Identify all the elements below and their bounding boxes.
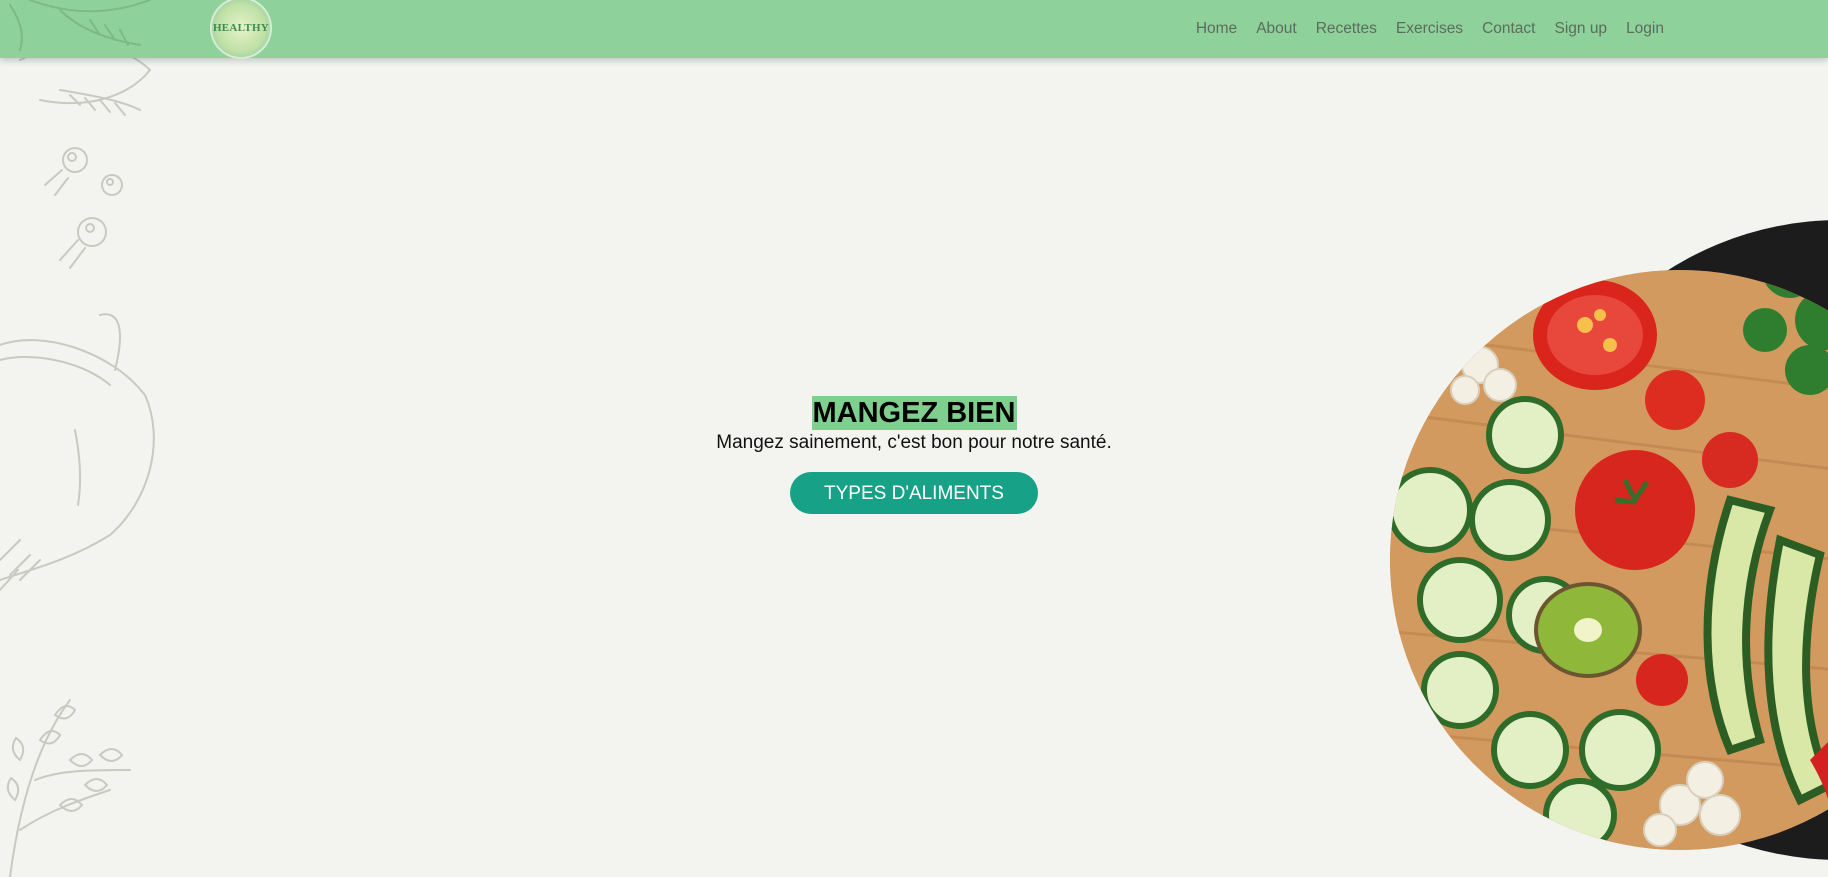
leaf-sketch-icon xyxy=(9,0,151,51)
nav-link-login[interactable]: Login xyxy=(1626,20,1664,38)
vegetable-platter-image xyxy=(1390,220,1828,860)
nav-link-contact[interactable]: Contact xyxy=(1482,20,1535,38)
hero-title: MANGEZ BIEN xyxy=(811,396,1017,430)
nav-link-about[interactable]: About xyxy=(1256,20,1297,38)
nav-link-home[interactable]: Home xyxy=(1196,20,1237,38)
nav-link-exercises[interactable]: Exercises xyxy=(1396,20,1463,38)
logo-text: HEALTHY xyxy=(212,22,270,34)
page: HEALTHY Home About Recettes Exercises Co… xyxy=(0,0,1828,877)
nav-links: Home About Recettes Exercises Contact Si… xyxy=(1196,0,1664,58)
hero-section: MANGEZ BIEN Mangez sainement, c'est bon … xyxy=(0,396,1828,514)
navbar: HEALTHY Home About Recettes Exercises Co… xyxy=(0,0,1828,59)
healthy-logo[interactable]: HEALTHY xyxy=(210,0,272,59)
nav-link-sign-up[interactable]: Sign up xyxy=(1554,20,1607,38)
hero-subtitle: Mangez sainement, c'est bon pour notre s… xyxy=(716,432,1112,453)
food-types-button[interactable]: TYPES D'ALIMENTS xyxy=(790,472,1038,514)
nav-link-recettes[interactable]: Recettes xyxy=(1316,20,1377,38)
